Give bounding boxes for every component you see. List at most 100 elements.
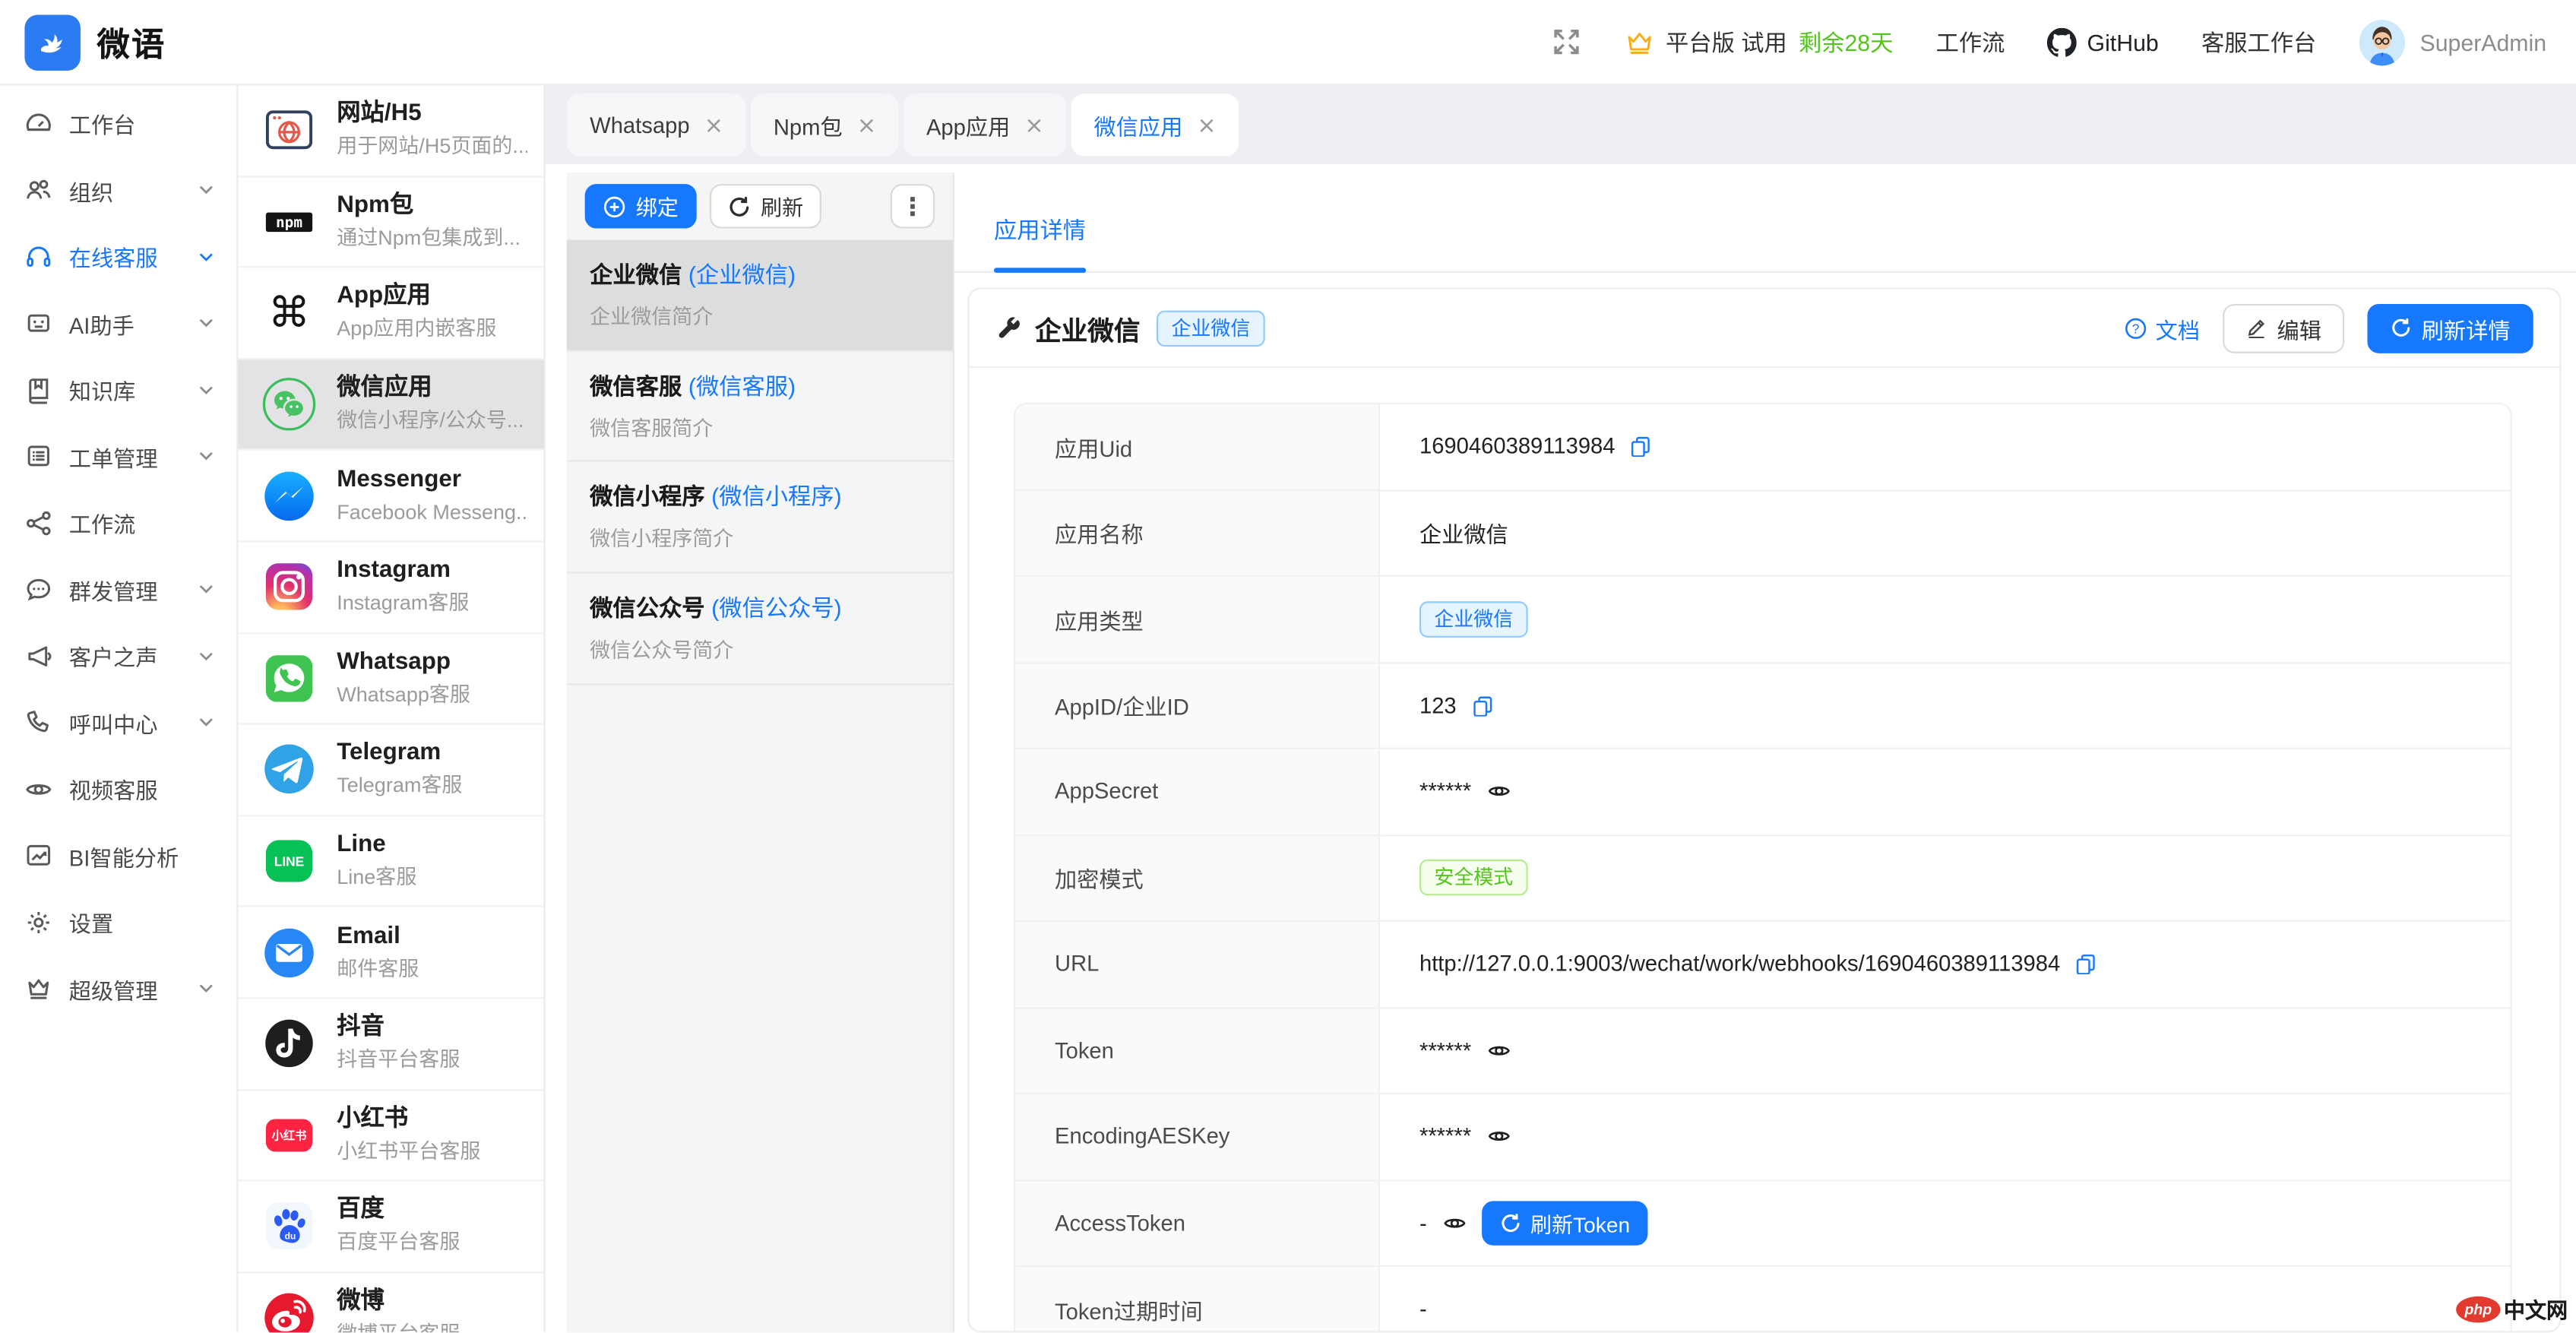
tab[interactable]: 微信应用	[1071, 93, 1239, 156]
field-value: ******	[1419, 1038, 1471, 1062]
detail-tabs: 应用详情	[954, 164, 2576, 273]
chevron-down-icon	[197, 314, 215, 332]
channel-item[interactable]: Instagram Instagram客服	[238, 542, 543, 633]
sidebar-item[interactable]: 视频客服	[0, 756, 236, 823]
doc-link[interactable]: ? 文档	[2124, 312, 2199, 344]
instagram-icon	[260, 557, 319, 616]
bound-app-name: 微信小程序	[590, 483, 704, 510]
wechat-icon	[260, 375, 319, 434]
workflow-link[interactable]: 工作流	[1936, 26, 2005, 59]
bound-app-desc: 微信公众号简介	[590, 633, 930, 664]
sidebar-item[interactable]: 工作流	[0, 489, 236, 556]
close-icon[interactable]	[704, 116, 723, 134]
eye-icon[interactable]	[1486, 779, 1511, 803]
channel-subtitle: Whatsapp客服	[337, 682, 470, 710]
sidebar-item[interactable]: 超级管理	[0, 955, 236, 1022]
bound-app-alias: (企业微信)	[688, 261, 796, 288]
sidebar-item[interactable]: 设置	[0, 889, 236, 956]
chevron-down-icon	[197, 448, 215, 466]
bound-app-item[interactable]: 企业微信(企业微信) 企业微信简介	[567, 240, 953, 351]
sidebar-item[interactable]: AI助手	[0, 290, 236, 357]
channel-title: Telegram	[337, 739, 462, 770]
channel-item[interactable]: 小红书 小红书 小红书平台客服	[238, 1091, 543, 1182]
sidebar-item[interactable]: 组织	[0, 157, 236, 223]
refresh-button[interactable]: 刷新	[710, 184, 821, 228]
channel-subtitle: Telegram客服	[337, 773, 462, 801]
field-label: Token过期时间	[1015, 1267, 1380, 1333]
sidebar-item[interactable]: 知识库	[0, 356, 236, 423]
table-row: AppSecret ******	[1015, 749, 2510, 836]
fullscreen-button[interactable]	[1551, 27, 1582, 58]
channel-item[interactable]: 微信应用 微信小程序/公众号...	[238, 359, 543, 451]
channel-item[interactable]: 抖音 抖音平台客服	[238, 999, 543, 1090]
sidebar-item[interactable]: 群发管理	[0, 556, 236, 623]
app-logo[interactable]	[24, 14, 81, 70]
refresh-white-icon	[1499, 1212, 1521, 1233]
more-options-button[interactable]: ⋮	[891, 184, 935, 228]
copy-icon[interactable]	[1471, 695, 1492, 716]
plus-circle-icon	[603, 195, 625, 217]
php-watermark-logo: php	[2456, 1296, 2500, 1322]
channel-subtitle: 抖音平台客服	[337, 1047, 460, 1075]
eye-icon[interactable]	[1441, 1211, 1466, 1235]
sidebar-item[interactable]: 工作台	[0, 90, 236, 157]
npm-icon: npm	[260, 192, 319, 252]
gear-icon	[24, 908, 52, 936]
channel-item[interactable]: Email 邮件客服	[238, 907, 543, 999]
sidebar-item[interactable]: 在线客服	[0, 223, 236, 290]
copy-icon[interactable]	[2075, 953, 2097, 974]
eye-icon[interactable]	[1486, 1038, 1511, 1062]
refresh-token-button[interactable]: 刷新Token	[1481, 1201, 1648, 1245]
github-link[interactable]: GitHub	[2048, 27, 2159, 57]
eye-icon[interactable]	[1486, 1124, 1511, 1148]
bound-app-desc: 微信客服简介	[590, 410, 930, 442]
edit-button[interactable]: 编辑	[2223, 303, 2344, 353]
sidebar-item[interactable]: 工单管理	[0, 423, 236, 490]
bound-app-desc: 微信小程序简介	[590, 521, 930, 553]
user-menu[interactable]: SuperAdmin	[2359, 19, 2547, 65]
close-icon[interactable]	[1198, 116, 1216, 134]
channel-item[interactable]: ⌘ App应用 App应用内嵌客服	[238, 268, 543, 359]
sidebar-item-label: 知识库	[69, 373, 136, 406]
field-label: 应用类型	[1015, 577, 1380, 661]
close-icon[interactable]	[1025, 116, 1043, 134]
bound-app-name: 企业微信	[590, 261, 682, 288]
douyin-icon	[260, 1014, 319, 1073]
sidebar-item[interactable]: BI智能分析	[0, 822, 236, 889]
main-sidebar: 工作台 组织 在线客服 AI助手	[0, 85, 238, 1333]
agent-workbench-link[interactable]: 客服工作台	[2201, 26, 2316, 59]
sidebar-item[interactable]: 呼叫中心	[0, 689, 236, 756]
bind-button[interactable]: 绑定	[585, 184, 697, 228]
bound-app-alias: (微信公众号)	[711, 595, 842, 622]
channel-item[interactable]: Whatsapp Whatsapp客服	[238, 634, 543, 725]
table-row: EncodingAESKey ******	[1015, 1094, 2510, 1181]
svg-text:LINE: LINE	[274, 854, 305, 869]
close-icon[interactable]	[857, 116, 875, 134]
channel-item[interactable]: 网站/H5 用于网站/H5页面的...	[238, 85, 543, 176]
channel-item[interactable]: LINE Line Line客服	[238, 816, 543, 907]
channel-item[interactable]: 微博 微博平台客服	[238, 1273, 543, 1333]
chevron-down-icon	[197, 581, 215, 599]
tab-app-detail[interactable]: 应用详情	[994, 214, 1086, 271]
chevron-down-icon	[197, 248, 215, 266]
copy-icon[interactable]	[1630, 435, 1651, 457]
bound-app-item[interactable]: 微信小程序(微信小程序) 微信小程序简介	[567, 462, 953, 573]
sidebar-item[interactable]: 客户之声	[0, 622, 236, 689]
channel-item[interactable]: du 百度 百度平台客服	[238, 1182, 543, 1273]
user-name: SuperAdmin	[2420, 29, 2547, 55]
refresh-detail-button[interactable]: 刷新详情	[2367, 303, 2533, 353]
avatar-icon[interactable]	[2359, 19, 2406, 65]
tab[interactable]: Npm包	[751, 93, 899, 156]
channel-item[interactable]: Telegram Telegram客服	[238, 725, 543, 816]
bound-app-item[interactable]: 微信客服(微信客服) 微信客服简介	[567, 351, 953, 462]
bound-app-item[interactable]: 微信公众号(微信公众号) 微信公众号简介	[567, 574, 953, 685]
plan-info[interactable]: 平台版 试用 剩余28天	[1625, 26, 1893, 59]
refresh-dark-icon	[728, 195, 751, 217]
channel-item[interactable]: Messenger Facebook Messeng...	[238, 451, 543, 542]
field-value: -	[1419, 1297, 1427, 1321]
github-icon	[2048, 27, 2078, 57]
tab[interactable]: Whatsapp	[567, 93, 745, 156]
bound-apps-panel: 绑定 刷新 ⋮ 企业微信(企业微信)	[567, 173, 954, 1333]
tab[interactable]: App应用	[903, 93, 1066, 156]
channel-item[interactable]: npm Npm包 通过Npm包集成到...	[238, 177, 543, 268]
